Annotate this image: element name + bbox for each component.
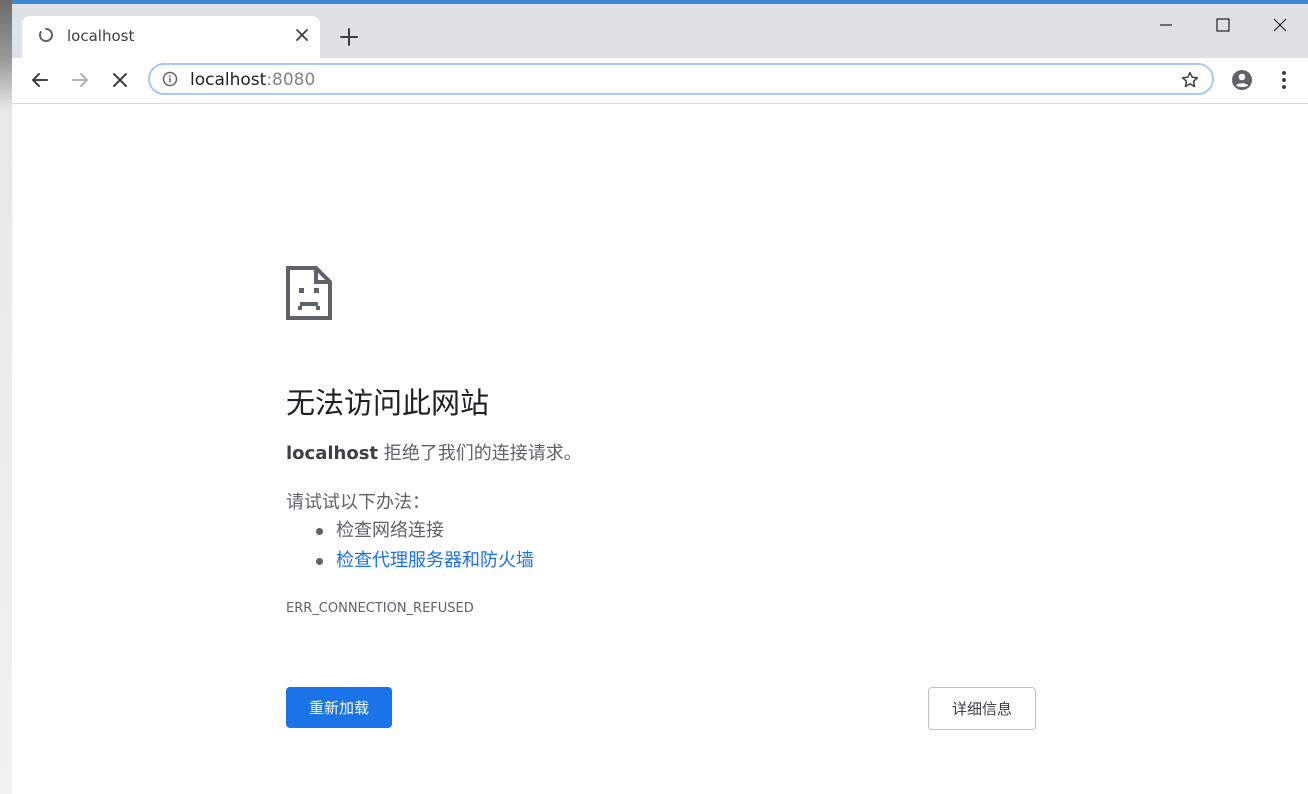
- browser-toolbar: localhost:8080: [12, 58, 1308, 104]
- bullet: [316, 558, 323, 565]
- suggestions-list: 检查网络连接 检查代理服务器和防火墙: [286, 516, 534, 576]
- back-button[interactable]: [26, 66, 54, 94]
- error-summary: localhost 拒绝了我们的连接请求。: [286, 439, 582, 465]
- suggestion-check-connection: 检查网络连接: [286, 516, 534, 546]
- new-tab-button[interactable]: [338, 26, 360, 48]
- sad-document-icon: [286, 266, 332, 320]
- suggestion-label[interactable]: 检查代理服务器和防火墙: [336, 550, 534, 571]
- info-icon[interactable]: [162, 71, 178, 87]
- stop-button[interactable]: [106, 66, 134, 94]
- browser-window: localhost localhost:8080 无法访问此网站 localho…: [12, 4, 1308, 794]
- desktop-background-edge: [0, 0, 12, 794]
- url-port: :8080: [266, 70, 316, 90]
- maximize-button[interactable]: [1203, 12, 1243, 38]
- loading-spinner-icon: [39, 28, 53, 42]
- browser-tab[interactable]: localhost: [22, 16, 320, 58]
- error-page: 无法访问此网站 localhost 拒绝了我们的连接请求。 请试试以下办法： 检…: [12, 104, 1308, 794]
- minimize-button[interactable]: [1146, 12, 1186, 38]
- address-bar[interactable]: localhost:8080: [148, 63, 1214, 95]
- star-icon[interactable]: [1180, 70, 1200, 90]
- suggestions-label: 请试试以下办法：: [286, 492, 430, 513]
- account-icon[interactable]: [1230, 68, 1254, 92]
- window-close-button[interactable]: [1260, 12, 1300, 38]
- forward-button[interactable]: [66, 66, 94, 94]
- kebab-menu-icon[interactable]: [1272, 68, 1296, 92]
- details-button[interactable]: 详细信息: [928, 687, 1036, 730]
- suggestion-check-proxy-link[interactable]: 检查代理服务器和防火墙: [286, 546, 534, 576]
- error-message: 拒绝了我们的连接请求。: [378, 443, 582, 464]
- title-bar: localhost: [12, 4, 1308, 58]
- error-code: ERR_CONNECTION_REFUSED: [286, 601, 474, 616]
- bullet: [316, 528, 323, 535]
- close-icon[interactable]: [294, 27, 310, 43]
- error-heading: 无法访问此网站: [286, 386, 490, 420]
- tab-title: localhost: [67, 27, 135, 45]
- reload-button[interactable]: 重新加载: [286, 687, 392, 728]
- url-text[interactable]: localhost:8080: [190, 70, 315, 90]
- error-host: localhost: [286, 443, 379, 464]
- url-host: localhost: [190, 70, 267, 90]
- suggestion-label: 检查网络连接: [336, 520, 444, 541]
